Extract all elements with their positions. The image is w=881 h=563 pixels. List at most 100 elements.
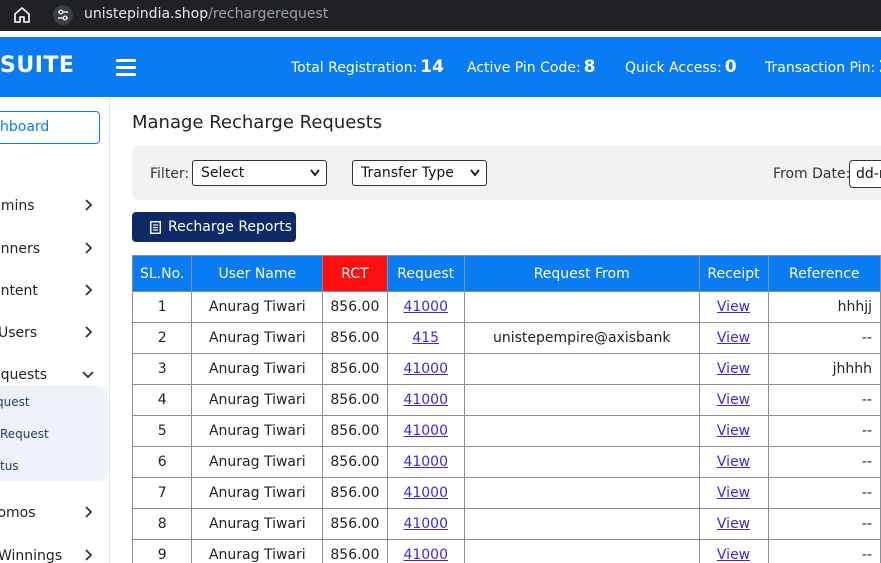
request-link[interactable]: 41000 [403, 547, 448, 563]
table-row: 6 Anurag Tiwari 856.00 41000 View -- [131, 446, 881, 478]
request-link[interactable]: 41000 [403, 299, 448, 315]
view-receipt-link[interactable]: View [717, 392, 750, 408]
cell-request: 41000 [386, 291, 465, 323]
cell-request: 41000 [386, 384, 465, 416]
top-header: SUITE Total Registration: 14 Active Pin C… [0, 37, 881, 97]
stat-total-registration: Total Registration: 14 [291, 57, 444, 77]
stat-value: 14 [420, 57, 444, 77]
from-date-input[interactable]: dd-mm [849, 160, 881, 188]
cell-sl-no: 7 [131, 477, 193, 509]
cell-user-name: Anurag Tiwari [191, 415, 324, 447]
submenu-item-status[interactable]: tus [0, 459, 19, 473]
cell-receipt: View [698, 291, 769, 323]
cell-receipt: View [698, 353, 769, 385]
home-icon[interactable] [13, 6, 31, 24]
table-row: 7 Anurag Tiwari 856.00 41000 View -- [131, 477, 881, 509]
sidebar-item-content[interactable]: ontent [0, 277, 109, 305]
cell-sl-no: 1 [131, 291, 193, 323]
stat-transaction-pin: Transaction Pin:1 [765, 57, 881, 77]
chevron-right-icon [85, 506, 93, 518]
cell-receipt: View [698, 415, 769, 447]
filter-select-value: Select [201, 165, 245, 181]
cell-sl-no: 2 [131, 322, 193, 354]
cell-request: 41000 [386, 415, 465, 447]
cell-request-from [463, 384, 700, 416]
request-link[interactable]: 41000 [403, 485, 448, 501]
cell-request: 41000 [386, 477, 465, 509]
view-receipt-link[interactable]: View [717, 454, 750, 470]
url-host: unistepindia.shop [84, 6, 209, 22]
chevron-right-icon [85, 326, 93, 338]
main-content: Manage Recharge Requests Filter: Select … [110, 97, 881, 563]
sidebar-item-users[interactable]: Users [0, 319, 109, 347]
cell-request: 41000 [386, 508, 465, 540]
address-bar[interactable]: unistepindia.shop/rechargerequest [84, 6, 328, 22]
hamburger-icon[interactable] [116, 59, 136, 77]
cell-rct: 856.00 [322, 415, 388, 447]
select-caret-icon [470, 169, 480, 177]
cell-request-from [463, 415, 700, 447]
stat-label: Quick Access: [625, 60, 722, 76]
view-receipt-link[interactable]: View [717, 485, 750, 501]
cell-receipt: View [698, 446, 769, 478]
request-link[interactable]: 41000 [403, 516, 448, 532]
sidebar-item-label: anners [0, 241, 40, 257]
sidebar-item-requests[interactable]: equests [0, 361, 109, 389]
url-path: /rechargerequest [208, 6, 329, 22]
cell-rct: 856.00 [322, 322, 388, 354]
cell-reference: jhhhh [767, 353, 881, 385]
table-row: 9 Anurag Tiwari 856.00 41000 View -- [131, 539, 881, 563]
cell-rct: 856.00 [322, 508, 388, 540]
view-receipt-link[interactable]: View [717, 516, 750, 532]
view-receipt-link[interactable]: View [717, 299, 750, 315]
cell-receipt: View [698, 322, 769, 354]
cell-user-name: Anurag Tiwari [191, 539, 324, 563]
cell-user-name: Anurag Tiwari [191, 353, 324, 385]
sidebar: hboard dmins anners ontent Users equests… [0, 97, 110, 563]
from-date-label: From Date: [773, 166, 851, 182]
sidebar-dashboard-button[interactable]: hboard [0, 111, 100, 144]
page-title: Manage Recharge Requests [132, 112, 383, 133]
view-receipt-link[interactable]: View [717, 423, 750, 439]
cell-rct: 856.00 [322, 353, 388, 385]
sidebar-item-admins[interactable]: dmins [0, 192, 109, 220]
cell-rct: 856.00 [322, 291, 388, 323]
request-link[interactable]: 41000 [403, 361, 448, 377]
cell-reference: hhhjj [767, 291, 881, 323]
cell-sl-no: 3 [131, 353, 193, 385]
view-receipt-link[interactable]: View [717, 361, 750, 377]
cell-receipt: View [698, 384, 769, 416]
col-header-user-name: User Name [191, 255, 324, 292]
view-receipt-link[interactable]: View [717, 330, 750, 346]
table-row: 2 Anurag Tiwari 856.00 415 unistepempire… [131, 322, 881, 354]
submenu-item-recharge-request[interactable]: Request [0, 427, 49, 441]
sidebar-item-label: ontent [0, 283, 38, 299]
cell-receipt: View [698, 477, 769, 509]
sidebar-item-banners[interactable]: anners [0, 235, 109, 263]
cell-sl-no: 4 [131, 384, 193, 416]
cell-user-name: Anurag Tiwari [191, 446, 324, 478]
transfer-type-select[interactable]: Transfer Type [352, 160, 487, 186]
cell-request-from [463, 353, 700, 385]
table-row: 4 Anurag Tiwari 856.00 41000 View -- [131, 384, 881, 416]
sidebar-item-winnings[interactable]: Winnings [0, 542, 109, 563]
cell-sl-no: 5 [131, 415, 193, 447]
stat-value: 0 [724, 57, 737, 77]
site-settings-icon[interactable] [53, 5, 73, 25]
brand-logo: SUITE [0, 53, 75, 78]
request-link[interactable]: 41000 [403, 423, 448, 439]
col-header-sl-no: SL.No. [131, 255, 193, 292]
cell-rct: 856.00 [322, 384, 388, 416]
request-link[interactable]: 415 [412, 330, 439, 346]
recharge-reports-button[interactable]: Recharge Reports [132, 212, 296, 242]
filter-select[interactable]: Select [192, 160, 327, 186]
cell-request-from [463, 291, 700, 323]
col-header-reference: Reference [767, 255, 881, 292]
view-receipt-link[interactable]: View [717, 547, 750, 563]
request-link[interactable]: 41000 [403, 454, 448, 470]
sidebar-item-promos[interactable]: romos [0, 499, 109, 527]
table-header-row: SL.No. User Name RCT Request Request Fro… [131, 255, 881, 292]
request-link[interactable]: 41000 [403, 392, 448, 408]
sidebar-item-label: Winnings [0, 548, 63, 563]
submenu-item-request[interactable]: quest [0, 395, 30, 409]
